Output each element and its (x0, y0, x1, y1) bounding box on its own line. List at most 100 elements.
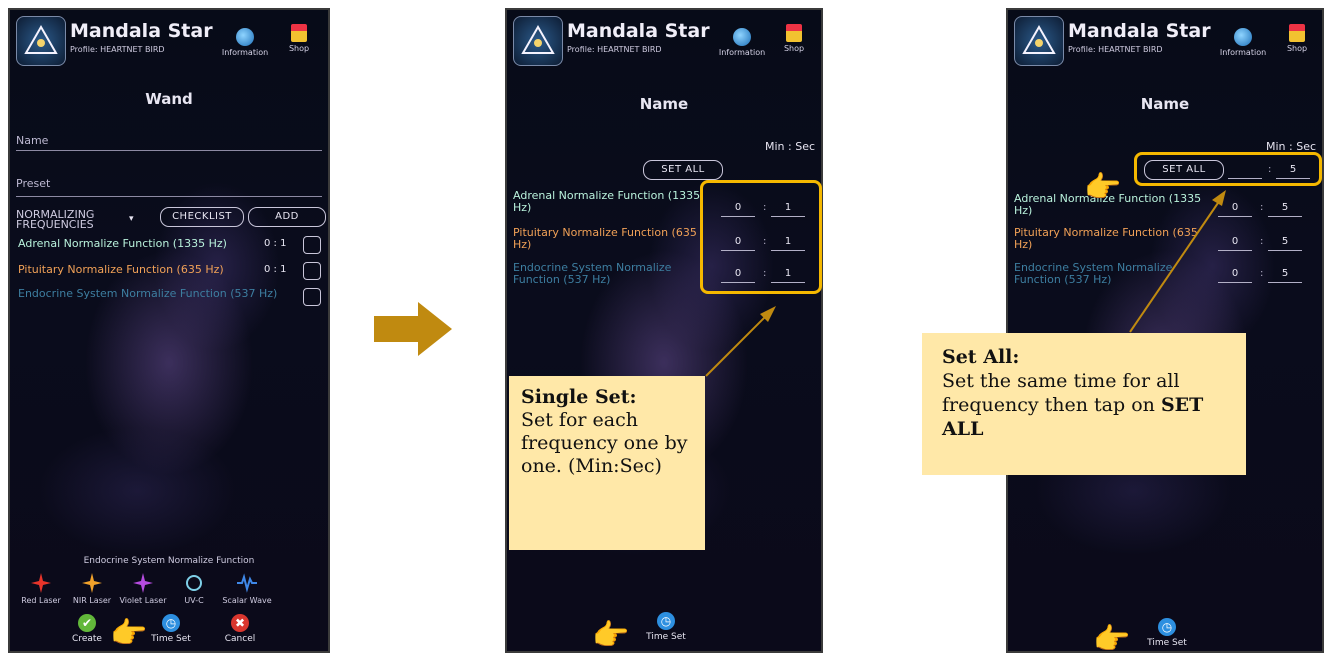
single-set-note: Single Set: Set for each frequency one b… (509, 376, 705, 550)
frequency-item: Adrenal Normalize Function (1335 Hz) (513, 189, 701, 214)
app-header: Mandala Star Profile: HEARTNET BIRD Info… (10, 10, 328, 70)
shop-label: Shop (1286, 44, 1308, 53)
section-label: NORMALIZING FREQUENCIES (16, 208, 95, 231)
profile-label: Profile: HEARTNET BIRD (70, 45, 165, 54)
tool-label: UV-C (184, 596, 204, 605)
chevron-down-icon[interactable]: ▾ (129, 214, 134, 224)
note-body: Set for each frequency one by one. (Min:… (521, 409, 688, 477)
set-all-button[interactable]: SET ALL (643, 160, 723, 180)
tool-nir-laser[interactable]: NIR Laser (67, 573, 117, 605)
note-body: Set the same time for all frequency then… (942, 369, 1226, 441)
shop-label: Shop (288, 44, 310, 53)
name-field[interactable]: Name (16, 134, 48, 147)
frequency-checkbox[interactable] (303, 288, 321, 306)
name-underline (16, 150, 322, 151)
highlight-box (700, 180, 822, 294)
clock-icon: ◷ (162, 614, 180, 632)
page-title: Name (639, 95, 689, 113)
information-label: Information (718, 48, 766, 57)
time-set-label: Time Set (646, 632, 686, 642)
time-set-button[interactable]: ◷ Time Set (641, 612, 691, 642)
time-set-button[interactable]: ◷ Time Set (146, 614, 196, 644)
information-button[interactable]: Information (1214, 28, 1272, 57)
create-button[interactable]: ✔ Create (62, 614, 112, 644)
time-separator: : (1260, 268, 1264, 279)
globe-icon (1234, 28, 1252, 46)
time-set-label: Time Set (151, 634, 191, 644)
app-logo (16, 16, 66, 66)
time-set-label: Time Set (1147, 638, 1187, 648)
shop-button[interactable]: Shop (284, 24, 314, 53)
highlight-box (1134, 152, 1322, 186)
page-title: Name (1140, 95, 1190, 113)
seconds-input[interactable]: 5 (1270, 268, 1300, 279)
globe-icon (236, 28, 254, 46)
frequency-item: Endocrine System Normalize Function (537… (513, 261, 672, 286)
cancel-button[interactable]: ✖ Cancel (215, 614, 265, 644)
violet-laser-icon (133, 573, 153, 593)
pointing-hand-icon: 👉 (1093, 622, 1131, 653)
selected-function-label: Endocrine System Normalize Function (83, 556, 255, 566)
information-button[interactable]: Information (713, 28, 771, 57)
tool-uvc[interactable]: UV-C (169, 573, 219, 605)
frequency-checkbox[interactable] (303, 262, 321, 280)
uvc-icon (186, 575, 202, 591)
create-label: Create (72, 634, 102, 644)
tool-scalar-wave[interactable]: Scalar Wave (222, 573, 272, 605)
shop-label: Shop (783, 44, 805, 53)
pointing-hand-icon: 👉 (110, 616, 148, 651)
cart-icon (291, 24, 307, 42)
preset-field[interactable]: Preset (16, 177, 50, 190)
seconds-underline (1268, 282, 1302, 283)
scalar-wave-icon (237, 573, 257, 593)
pointing-hand-icon: 👉 (1084, 170, 1122, 205)
app-logo (1014, 16, 1064, 66)
phone-screen-wand: Mandala Star Profile: HEARTNET BIRD Info… (8, 8, 330, 653)
frequency-item[interactable]: Endocrine System Normalize Function (537… (18, 288, 288, 300)
cart-icon (786, 24, 802, 42)
seconds-input[interactable]: 5 (1270, 202, 1300, 213)
globe-icon (733, 28, 751, 46)
add-button[interactable]: ADD (248, 207, 326, 227)
pointer-arrow-icon (705, 306, 776, 377)
cancel-label: Cancel (224, 634, 256, 644)
app-logo (513, 16, 563, 66)
shop-button[interactable]: Shop (1282, 24, 1312, 53)
frequency-item: Pituitary Normalize Function (635 Hz) (513, 226, 697, 251)
frequency-item[interactable]: Adrenal Normalize Function (1335 Hz) (18, 238, 248, 250)
note-title: Single Set: (521, 386, 637, 408)
information-label: Information (1219, 48, 1267, 57)
information-label: Information (221, 48, 269, 57)
shop-button[interactable]: Shop (779, 24, 809, 53)
check-icon: ✔ (78, 614, 96, 632)
note-body-text: Set the same time for all frequency then… (942, 370, 1180, 416)
tool-red-laser[interactable]: Red Laser (16, 573, 66, 605)
profile-label: Profile: HEARTNET BIRD (567, 45, 662, 54)
app-name: Mandala Star (567, 20, 710, 42)
red-laser-icon (31, 573, 51, 593)
seconds-underline (1268, 250, 1302, 251)
min-sec-header: Min : Sec (765, 140, 816, 153)
tool-violet-laser[interactable]: Violet Laser (118, 573, 168, 605)
app-name: Mandala Star (1068, 20, 1211, 42)
nir-laser-icon (82, 573, 102, 593)
clock-icon: ◷ (657, 612, 675, 630)
profile-label: Profile: HEARTNET BIRD (1068, 45, 1163, 54)
tool-label: Violet Laser (119, 596, 167, 605)
frequency-time: 0 : 1 (264, 238, 287, 249)
checklist-button[interactable]: CHECKLIST (160, 207, 244, 227)
pointing-hand-icon: 👉 (592, 618, 630, 653)
frequency-item[interactable]: Pituitary Normalize Function (635 Hz) (18, 264, 248, 276)
close-icon: ✖ (231, 614, 249, 632)
seconds-underline (1268, 216, 1302, 217)
tool-label: Red Laser (21, 596, 61, 605)
frequency-checkbox[interactable] (303, 236, 321, 254)
information-button[interactable]: Information (216, 28, 274, 57)
frequency-time: 0 : 1 (264, 264, 287, 275)
app-name: Mandala Star (70, 20, 213, 42)
preset-underline (16, 196, 322, 197)
app-header: Mandala Star Profile: HEARTNET BIRD Info… (507, 10, 821, 70)
seconds-input[interactable]: 5 (1270, 236, 1300, 247)
note-title: Set All: (942, 346, 1020, 368)
time-set-button[interactable]: ◷ Time Set (1142, 618, 1192, 648)
